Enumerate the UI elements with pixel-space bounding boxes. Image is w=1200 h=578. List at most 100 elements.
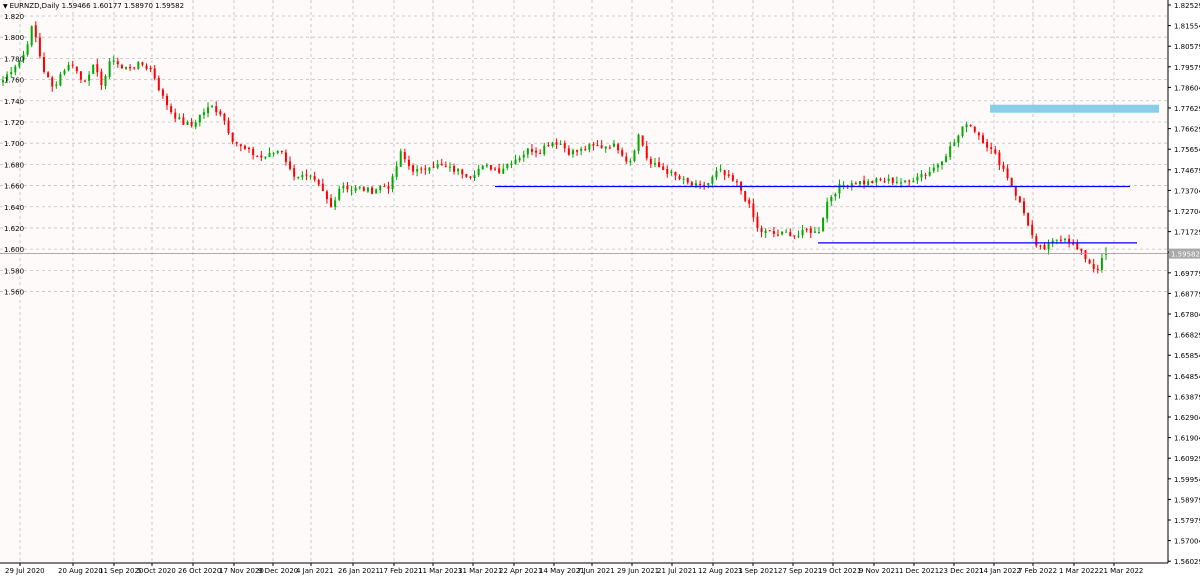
plot-background xyxy=(0,0,1168,563)
bear-candle xyxy=(621,150,624,156)
bull-candle xyxy=(416,169,419,172)
bear-candle xyxy=(592,144,595,146)
bull-candle xyxy=(481,165,484,170)
bear-candle xyxy=(260,155,263,158)
bear-candle xyxy=(79,71,82,80)
bull-candle xyxy=(198,114,201,123)
bull-candle xyxy=(104,76,107,87)
x-axis-tick-label: 5 Oct 2020 xyxy=(137,567,176,575)
bear-candle xyxy=(883,181,886,183)
candlestick-chart[interactable]: 1.820 1.800 1.780 1.760 1.740 1.720 1.700 1.680… xyxy=(0,0,1200,578)
bear-candle xyxy=(994,149,997,154)
right-axis-tick-label: 1.61904 xyxy=(1174,435,1200,443)
bear-candle xyxy=(280,150,283,152)
bear-candle xyxy=(1043,244,1046,250)
bull-candle xyxy=(350,189,353,191)
bull-candle xyxy=(588,144,591,150)
left-axis-tick-label: 1.680 xyxy=(4,161,24,169)
bull-candle xyxy=(801,229,804,236)
bull-candle xyxy=(358,186,361,188)
bear-candle xyxy=(453,166,456,172)
bull-candle xyxy=(211,105,214,107)
bear-candle xyxy=(412,165,415,172)
bull-candle xyxy=(30,26,33,46)
bull-candle xyxy=(473,175,476,179)
bull-candle xyxy=(379,185,382,191)
bear-candle xyxy=(330,198,333,207)
bear-candle xyxy=(772,231,775,234)
right-axis-tick-label: 1.77629 xyxy=(1174,105,1200,113)
x-axis-tick-label: 7 Jun 2021 xyxy=(577,567,615,575)
right-axis-tick-label: 1.75654 xyxy=(1174,146,1200,154)
dropdown-caret-icon[interactable]: ▼ xyxy=(3,3,8,10)
bull-candle xyxy=(842,184,845,186)
bear-candle xyxy=(678,176,681,180)
bear-candle xyxy=(600,145,603,148)
bull-candle xyxy=(338,188,341,200)
right-axis-tick-label: 1.63879 xyxy=(1174,393,1200,401)
bear-candle xyxy=(227,120,230,134)
bull-candle xyxy=(694,183,697,186)
bull-candle xyxy=(202,112,205,115)
x-axis-tick-label: 3 Sep 2021 xyxy=(738,567,778,575)
bear-candle xyxy=(563,143,566,149)
bear-candle xyxy=(96,64,99,73)
bear-candle xyxy=(1014,186,1017,196)
left-axis-tick-label: 1.720 xyxy=(4,119,24,127)
right-axis-tick-label: 1.76629 xyxy=(1174,126,1200,134)
bear-candle xyxy=(981,135,984,143)
bear-candle xyxy=(641,135,644,146)
bear-candle xyxy=(75,66,78,72)
bull-candle xyxy=(178,117,181,120)
bear-candle xyxy=(539,153,542,155)
bear-candle xyxy=(776,234,779,236)
bull-candle xyxy=(949,146,952,157)
x-axis-tick-label: 12 Aug 2021 xyxy=(698,567,743,575)
x-axis-tick-label: 21 Jul 2021 xyxy=(657,567,697,575)
bear-candle xyxy=(731,175,734,181)
bull-candle xyxy=(301,175,304,178)
right-axis-tick-label: 1.71729 xyxy=(1174,229,1200,237)
bull-candle xyxy=(522,154,525,158)
bull-candle xyxy=(26,44,29,55)
bull-candle xyxy=(920,174,923,178)
bull-candle xyxy=(899,182,902,184)
bull-candle xyxy=(781,231,784,235)
x-axis-tick-label: 4 Jan 2021 xyxy=(296,567,334,575)
bear-candle xyxy=(674,172,677,176)
bear-candle xyxy=(149,68,152,70)
bull-candle xyxy=(67,64,70,71)
x-axis-tick-label: 1 Dec 2021 xyxy=(899,567,939,575)
chart-window[interactable]: 1.820 1.800 1.780 1.760 1.740 1.720 1.700 1.680… xyxy=(0,0,1200,578)
bear-candle xyxy=(498,168,501,173)
bear-candle xyxy=(157,77,160,91)
bull-candle xyxy=(965,124,968,128)
bear-candle xyxy=(1031,224,1034,236)
bear-candle xyxy=(84,80,87,82)
bull-candle xyxy=(506,163,509,169)
bull-candle xyxy=(272,153,275,155)
bear-candle xyxy=(256,155,259,157)
bear-candle xyxy=(440,163,443,166)
right-axis-tick-label: 1.78604 xyxy=(1174,84,1200,92)
bear-candle xyxy=(662,166,665,170)
bull-candle xyxy=(822,217,825,232)
bear-candle xyxy=(120,65,123,69)
x-axis-tick-label: 26 Oct 2020 xyxy=(178,567,221,575)
bull-candle xyxy=(838,184,841,194)
bear-candle xyxy=(1059,239,1062,241)
bear-candle xyxy=(908,180,911,182)
bear-candle xyxy=(141,62,144,65)
bear-candle xyxy=(432,166,435,168)
bear-candle xyxy=(690,182,693,186)
x-axis-tick-label: 31 Mar 2021 xyxy=(458,567,502,575)
bull-candle xyxy=(813,231,816,233)
right-axis-tick-label: 1.73704 xyxy=(1174,187,1200,195)
bear-candle xyxy=(1035,236,1038,246)
bear-candle xyxy=(133,67,136,69)
right-axis-tick-label: 1.56029 xyxy=(1174,558,1200,566)
bear-candle xyxy=(1076,243,1079,250)
bull-candle xyxy=(916,176,919,181)
bull-candle xyxy=(895,181,898,183)
bull-candle xyxy=(953,142,956,146)
